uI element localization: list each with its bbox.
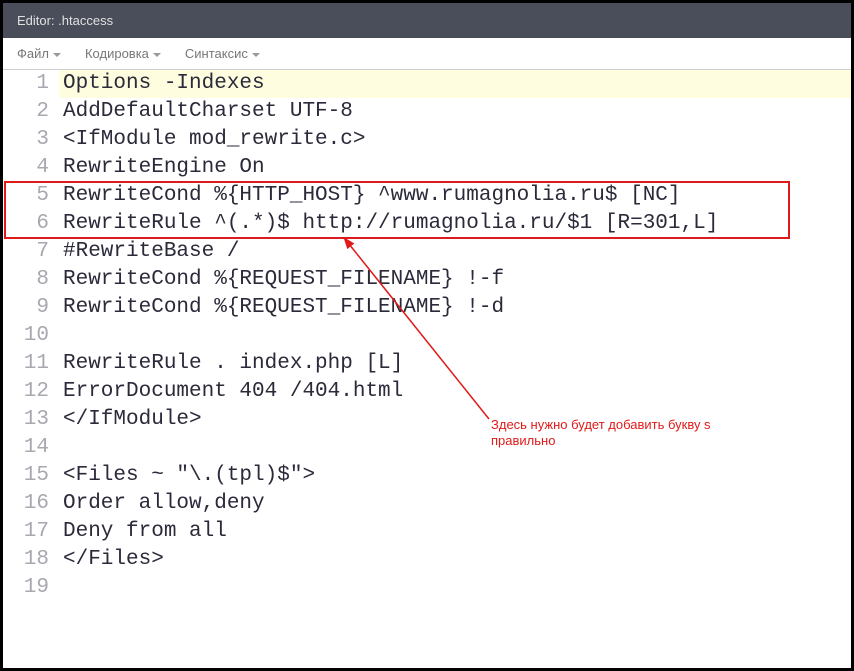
menu-bar: Файл Кодировка Синтаксис [3,38,851,70]
chevron-down-icon [153,53,161,57]
line-number: 2 [7,98,49,126]
line-number: 13 [7,406,49,434]
line-number: 7 [7,238,49,266]
chevron-down-icon [53,53,61,57]
line-number: 6 [7,210,49,238]
code-line[interactable] [59,574,851,602]
line-number: 10 [7,322,49,350]
line-number: 19 [7,574,49,602]
annotation-line1: Здесь нужно будет добавить букву s [491,417,711,433]
line-number: 4 [7,154,49,182]
menu-encoding-label: Кодировка [85,46,149,61]
code-line[interactable]: #RewriteBase / [59,238,851,266]
chevron-down-icon [252,53,260,57]
code-line[interactable]: </IfModule> [59,406,851,434]
code-line[interactable]: Order allow,deny [59,490,851,518]
code-line[interactable]: </Files> [59,546,851,574]
code-line[interactable]: <IfModule mod_rewrite.c> [59,126,851,154]
line-number: 3 [7,126,49,154]
code-line[interactable]: <Files ~ "\.(tpl)$"> [59,462,851,490]
menu-encoding[interactable]: Кодировка [85,46,161,61]
code-line[interactable]: RewriteCond %{REQUEST_FILENAME} !-d [59,294,851,322]
menu-syntax-label: Синтаксис [185,46,248,61]
line-number: 18 [7,546,49,574]
title-bar: Editor: .htaccess [3,3,851,38]
code-line[interactable] [59,322,851,350]
code-line[interactable]: AddDefaultCharset UTF-8 [59,98,851,126]
line-number: 12 [7,378,49,406]
code-line[interactable]: RewriteRule . index.php [L] [59,350,851,378]
line-number: 14 [7,434,49,462]
line-number: 1 [7,70,49,98]
editor-window: Editor: .htaccess Файл Кодировка Синтакс… [2,2,852,669]
line-number: 11 [7,350,49,378]
line-number: 5 [7,182,49,210]
code-line[interactable]: RewriteEngine On [59,154,851,182]
code-line[interactable]: RewriteRule ^(.*)$ http://rumagnolia.ru/… [59,210,851,238]
line-number: 16 [7,490,49,518]
line-number: 15 [7,462,49,490]
code-line[interactable]: ErrorDocument 404 /404.html [59,378,851,406]
editor-area[interactable]: 1 2 3 4 5 6 7 8 9 10 11 12 13 14 15 16 1… [3,70,851,668]
annotation-text: Здесь нужно будет добавить букву s прави… [491,417,711,449]
code-line[interactable]: RewriteCond %{REQUEST_FILENAME} !-f [59,266,851,294]
menu-file-label: Файл [17,46,49,61]
window-title: Editor: .htaccess [17,13,113,28]
annotation-line2: правильно [491,433,711,449]
code-line[interactable] [59,434,851,462]
line-gutter: 1 2 3 4 5 6 7 8 9 10 11 12 13 14 15 16 1… [3,70,59,602]
code-line[interactable]: RewriteCond %{HTTP_HOST} ^www.rumagnolia… [59,182,851,210]
code-line[interactable]: Deny from all [59,518,851,546]
line-number: 8 [7,266,49,294]
menu-syntax[interactable]: Синтаксис [185,46,260,61]
code-line[interactable]: Options -Indexes [59,70,851,98]
line-number: 17 [7,518,49,546]
menu-file[interactable]: Файл [17,46,61,61]
code-container: 1 2 3 4 5 6 7 8 9 10 11 12 13 14 15 16 1… [3,70,851,602]
line-number: 9 [7,294,49,322]
code-body[interactable]: Options -Indexes AddDefaultCharset UTF-8… [59,70,851,602]
